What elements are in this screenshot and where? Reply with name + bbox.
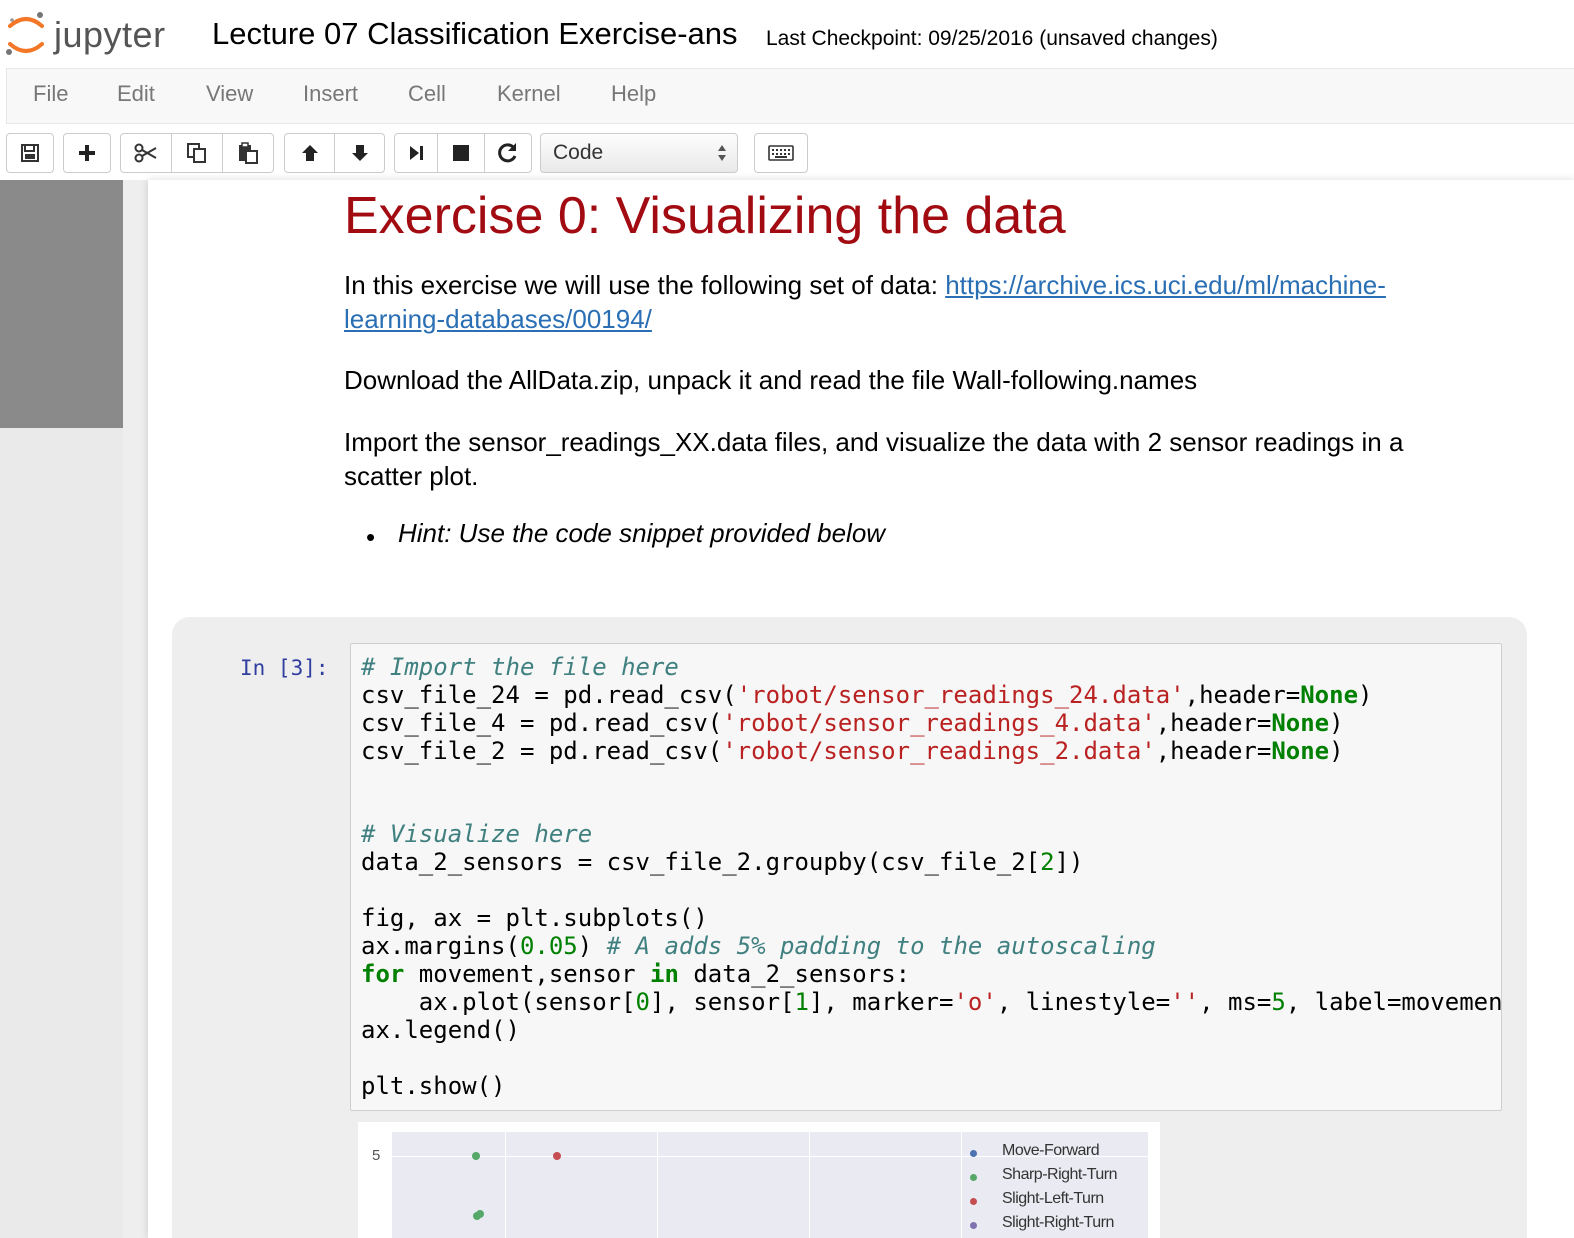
legend-marker [970, 1150, 977, 1157]
legend-marker [970, 1198, 977, 1205]
menu-insert[interactable]: Insert [303, 81, 358, 107]
code-line: csv_file_24 = pd.read_csv('robot/sensor_… [361, 680, 1373, 709]
cell-type-select[interactable]: Code [540, 133, 738, 173]
dataset-link-line2[interactable]: learning-databases/00194/ [344, 304, 652, 334]
menu-file[interactable]: File [33, 81, 68, 107]
menu-edit[interactable]: Edit [117, 81, 155, 107]
jupyter-logo-icon [6, 12, 44, 55]
markdown-paragraph-import: Import the sensor_readings_XX.data files… [344, 425, 1494, 493]
data-point [476, 1210, 484, 1218]
jupyter-logo[interactable]: jupyter [4, 8, 184, 58]
grid-line [809, 1132, 810, 1238]
menu-help[interactable]: Help [611, 81, 656, 107]
paragraph-line: Import the sensor_readings_XX.data files… [344, 427, 1404, 457]
keyboard-icon [768, 145, 794, 161]
menubar: File Edit View Insert Cell Kernel Help [6, 68, 1574, 124]
data-point [553, 1152, 561, 1160]
save-icon [21, 144, 39, 162]
menu-view[interactable]: View [206, 81, 253, 107]
code-line: csv_file_4 = pd.read_csv('robot/sensor_r… [361, 708, 1344, 737]
code-line: # Import the file here [361, 653, 679, 681]
legend-marker [970, 1222, 977, 1229]
data-point [472, 1152, 480, 1160]
grid-line [657, 1132, 658, 1238]
select-arrows-icon [718, 145, 726, 161]
code-line: for movement,sensor in data_2_sensors: [361, 959, 911, 988]
run-cell-button[interactable] [394, 133, 438, 173]
copy-icon [187, 143, 206, 163]
legend-label: Move-Forward [1002, 1142, 1100, 1159]
paragraph-line: scatter plot. [344, 461, 479, 491]
logo-text: jupyter [54, 14, 166, 55]
move-down-button[interactable] [334, 133, 385, 173]
code-text: # Import the file here csv_file_24 = pd.r… [361, 653, 1502, 1101]
insert-cell-button[interactable] [63, 133, 111, 173]
y-tick-label: 5 [372, 1147, 381, 1164]
legend-entry: Move-Forward [966, 1142, 1136, 1164]
plus-icon [79, 145, 95, 161]
scissors-icon [134, 143, 157, 163]
move-up-button[interactable] [284, 133, 335, 173]
legend-marker [970, 1174, 977, 1181]
copy-button[interactable] [171, 133, 223, 173]
hint-text: Hint: Use the code snippet provided belo… [398, 518, 886, 548]
legend-entry: Slight-Left-Turn [966, 1190, 1136, 1212]
cut-button[interactable] [120, 133, 172, 173]
legend-label: Sharp-Right-Turn [1002, 1166, 1118, 1183]
menu-cell[interactable]: Cell [408, 81, 446, 107]
scroll-track [0, 428, 123, 1238]
step-forward-icon [410, 146, 423, 160]
save-button[interactable] [6, 133, 54, 173]
arrow-down-icon [351, 145, 368, 161]
cell-type-value: Code [553, 141, 604, 164]
output-figure: 5 Move-Forward Sharp-Right-Turn Slight-L… [358, 1122, 1160, 1238]
stop-icon [453, 145, 469, 161]
legend-entry: Slight-Right-Turn [966, 1214, 1136, 1236]
command-palette-button[interactable] [754, 133, 808, 173]
code-line: fig, ax = plt.subplots() [361, 904, 708, 933]
scrollbar-thumb[interactable] [0, 180, 123, 428]
checkpoint-status: Last Checkpoint: 09/25/2016 (unsaved cha… [766, 27, 1218, 50]
legend-label: Slight-Left-Turn [1002, 1190, 1104, 1207]
toolbar: Code [0, 124, 1574, 180]
paste-icon [239, 142, 258, 164]
interrupt-button[interactable] [437, 133, 485, 173]
arrow-up-icon [301, 145, 318, 161]
code-editor[interactable]: # Import the file here csv_file_24 = pd.r… [350, 643, 1502, 1111]
code-line: ax.margins(0.05) # A adds 5% padding to … [361, 932, 1156, 961]
code-line: data_2_sensors = csv_file_2.groupby(csv_… [361, 848, 1084, 877]
code-line: plt.show() [361, 1071, 506, 1100]
restart-button[interactable] [484, 133, 532, 173]
bullet-icon: • [366, 522, 376, 552]
legend-entry: Sharp-Right-Turn [966, 1166, 1136, 1188]
grid-line [961, 1132, 962, 1238]
code-line: ax.plot(sensor[0], sensor[1], marker='o'… [361, 987, 1502, 1016]
code-line: ax.legend() [361, 1015, 520, 1044]
exercise-heading: Exercise 0: Visualizing the data [344, 187, 1066, 245]
grid-line [505, 1132, 506, 1238]
dataset-link-line1[interactable]: https://archive.ics.uci.edu/ml/machine- [945, 270, 1386, 300]
input-prompt: In [3]: [240, 656, 329, 680]
notebook-header: jupyter Lecture 07 Classification Exerci… [0, 0, 1574, 68]
legend-label: Slight-Right-Turn [1002, 1214, 1114, 1231]
paragraph-text: In this exercise we will use the followi… [344, 270, 946, 300]
code-line: csv_file_2 = pd.read_csv('robot/sensor_r… [361, 736, 1344, 765]
notebook-title[interactable]: Lecture 07 Classification Exercise-ans [212, 16, 738, 52]
paste-button[interactable] [222, 133, 274, 173]
restart-icon [498, 143, 517, 163]
code-line: # Visualize here [361, 820, 593, 849]
markdown-paragraph-download: Download the AllData.zip, unpack it and … [344, 365, 1198, 395]
markdown-paragraph-dataset: In this exercise we will use the followi… [344, 268, 1494, 336]
menu-kernel[interactable]: Kernel [497, 81, 561, 107]
